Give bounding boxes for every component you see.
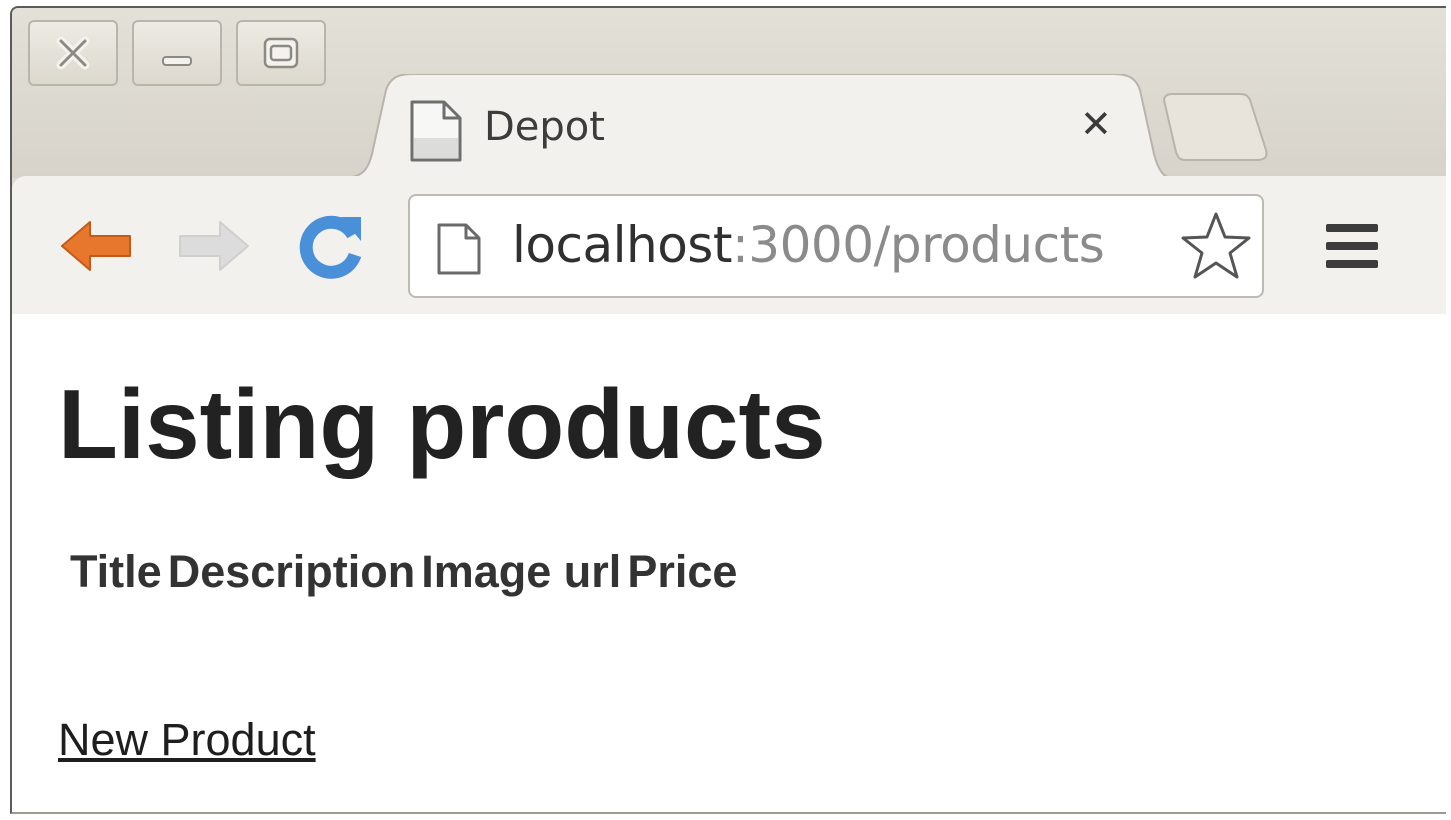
products-table: Title Description Image url Price xyxy=(64,546,743,598)
new-tab-button[interactable] xyxy=(1158,92,1270,169)
page-icon xyxy=(436,222,482,281)
window-close-button[interactable] xyxy=(28,20,118,86)
tab-strip: Depot ✕ xyxy=(12,8,1446,179)
reload-button[interactable] xyxy=(292,212,372,280)
minimize-icon xyxy=(162,56,192,66)
column-header-price: Price xyxy=(627,546,738,597)
new-tab-icon xyxy=(1162,93,1268,161)
column-header-image-url: Image url xyxy=(421,546,622,597)
window-maximize-button[interactable] xyxy=(236,20,326,86)
url-text[interactable]: localhost:3000/products xyxy=(512,216,1172,274)
back-arrow-icon xyxy=(61,221,131,271)
close-icon xyxy=(56,36,90,70)
url-host: localhost xyxy=(512,216,732,274)
tab-close-icon[interactable]: ✕ xyxy=(1080,102,1112,146)
hamburger-menu-icon xyxy=(1326,224,1378,268)
page-icon xyxy=(408,98,464,169)
table-header-row: Title Description Image url Price xyxy=(70,546,737,598)
back-button[interactable] xyxy=(56,212,136,280)
bookmark-star-icon[interactable] xyxy=(1180,210,1252,287)
forward-button[interactable] xyxy=(174,212,254,280)
reload-icon xyxy=(299,215,362,279)
tab-title: Depot xyxy=(484,104,605,150)
column-header-description: Description xyxy=(167,546,416,597)
tab-shape xyxy=(342,74,1172,179)
address-bar[interactable]: localhost:3000/products xyxy=(408,194,1264,298)
window-minimize-button[interactable] xyxy=(132,20,222,86)
toolbar: localhost:3000/products xyxy=(12,176,1446,316)
browser-window: Depot ✕ localhost:3000/products Listing … xyxy=(10,6,1446,814)
page-content: Listing products Title Description Image… xyxy=(12,314,1446,812)
url-path: :3000/products xyxy=(731,216,1105,274)
column-header-title: Title xyxy=(70,546,162,597)
tab-depot[interactable]: Depot ✕ xyxy=(342,74,1172,184)
forward-arrow-icon xyxy=(179,221,249,271)
new-product-link[interactable]: New Product xyxy=(58,714,316,766)
maximize-icon xyxy=(263,37,299,69)
menu-button[interactable] xyxy=(1312,212,1392,280)
page-title: Listing products xyxy=(58,369,826,479)
